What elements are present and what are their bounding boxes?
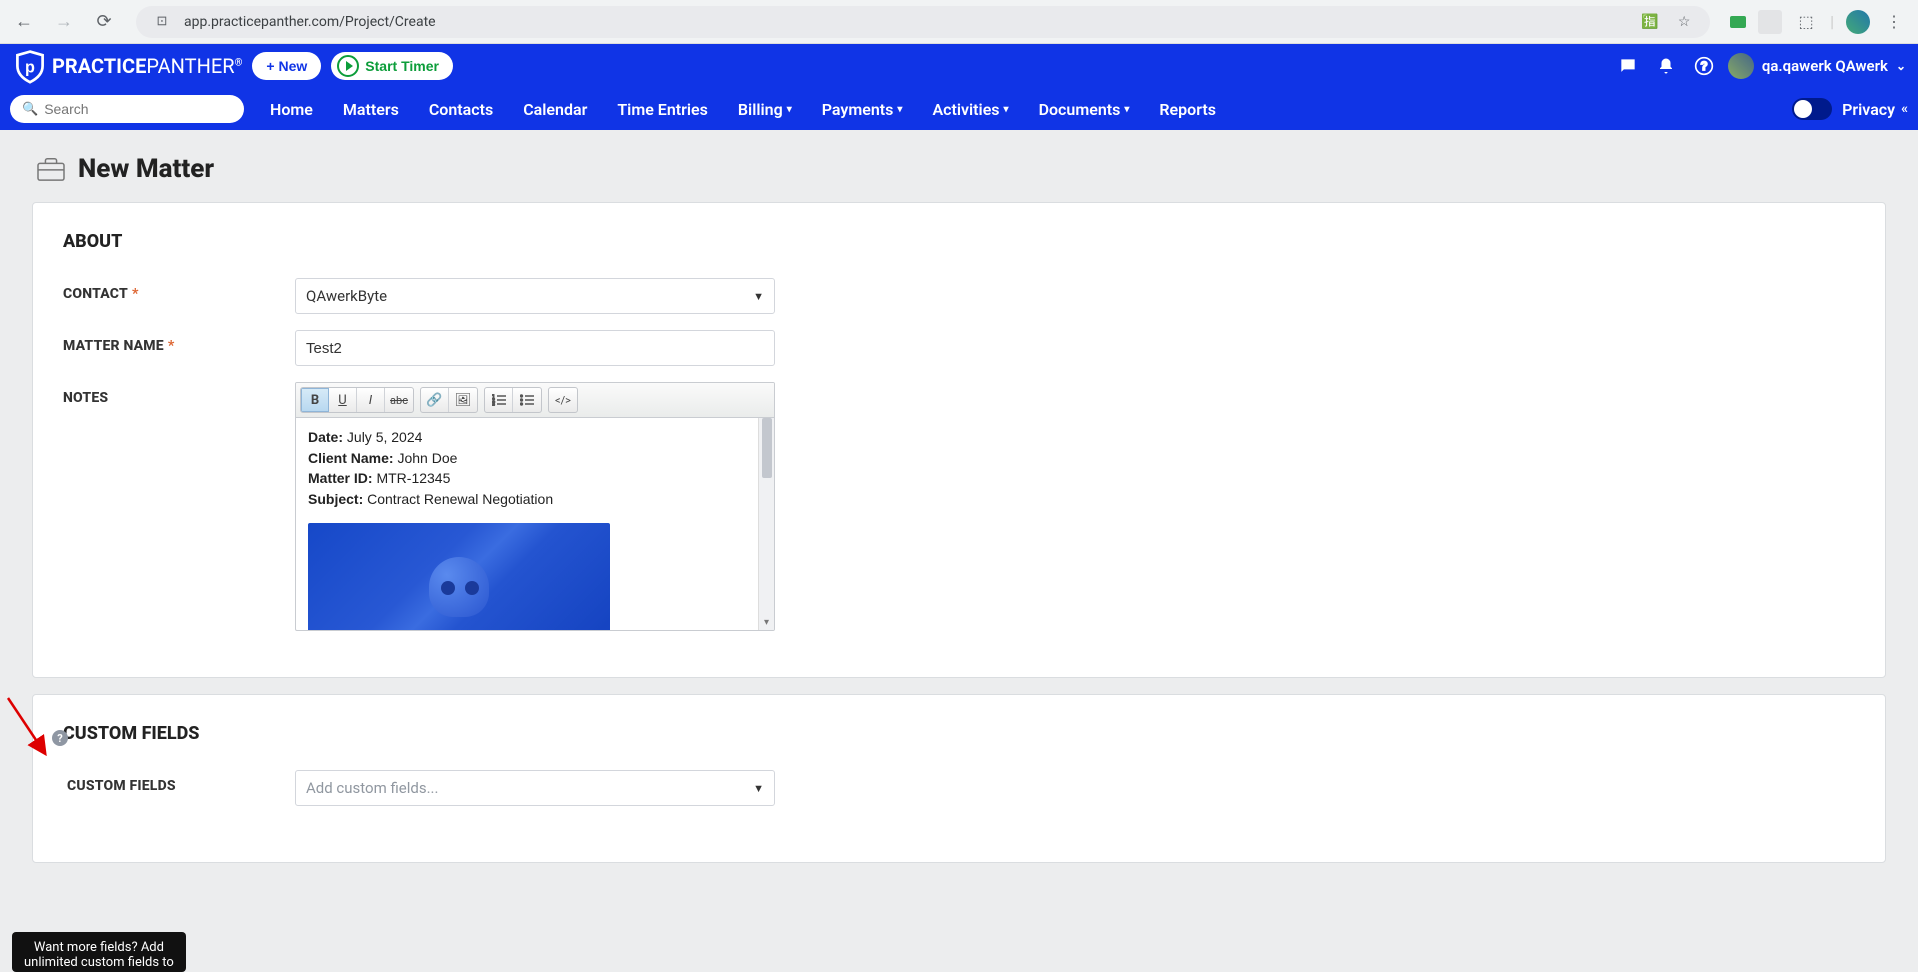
embedded-image[interactable] <box>308 523 610 630</box>
svg-text:3: 3 <box>492 402 495 406</box>
editor-scrollbar[interactable]: ▾ <box>758 418 774 630</box>
nav-item-calendar[interactable]: Calendar <box>509 88 601 130</box>
notes-row: NOTES B U I abc 🔗 🖼 <box>63 382 1855 631</box>
recording-indicator-icon[interactable] <box>1730 16 1746 28</box>
about-panel: ABOUT CONTACT * QAwerkByte ▼ MATTER NAME… <box>32 202 1886 678</box>
matter-name-row: MATTER NAME * <box>63 330 1855 366</box>
italic-button[interactable]: I <box>357 388 385 412</box>
nav-item-documents[interactable]: Documents▾ <box>1025 88 1144 130</box>
link-button[interactable]: 🔗 <box>421 388 449 412</box>
caret-down-icon: ▼ <box>753 782 764 795</box>
chat-icon[interactable] <box>1614 52 1642 80</box>
contact-label: CONTACT * <box>63 278 295 302</box>
matter-name-input[interactable] <box>295 330 775 366</box>
url-text: app.practicepanther.com/Project/Create <box>184 14 1628 30</box>
app-header: p PRACTICEPANTHER® + New Start Timer ? q… <box>0 44 1918 88</box>
account-square-icon[interactable]: ​ <box>1758 10 1782 34</box>
brand-bold: PRACTICE <box>52 54 146 78</box>
briefcase-icon <box>36 156 66 182</box>
main-nav: 🔍 HomeMattersContactsCalendarTime Entrie… <box>0 88 1918 130</box>
about-heading: ABOUT <box>63 231 1855 252</box>
nav-item-matters[interactable]: Matters <box>329 88 413 130</box>
brand-logo[interactable]: p PRACTICEPANTHER® <box>12 48 242 84</box>
privacy-label[interactable]: Privacy « <box>1842 100 1908 119</box>
custom-fields-row: CUSTOM FIELDS Add custom fields... ▼ <box>63 770 1855 806</box>
new-button[interactable]: + New <box>252 52 321 80</box>
chevron-down-icon: ⌄ <box>1896 59 1906 73</box>
contact-select[interactable]: QAwerkByte ▼ <box>295 278 775 314</box>
search-input[interactable] <box>44 101 232 117</box>
chevron-down-icon: ▾ <box>787 104 792 115</box>
underline-button[interactable]: U <box>329 388 357 412</box>
custom-fields-select[interactable]: Add custom fields... ▼ <box>295 770 775 806</box>
start-timer-button[interactable]: Start Timer <box>331 52 453 80</box>
page-title: New Matter <box>78 154 214 184</box>
page-title-row: New Matter <box>36 154 1886 184</box>
browser-toolbar: ← → ⟳ ⊡ app.practicepanther.com/Project/… <box>0 0 1918 44</box>
matter-name-label: MATTER NAME * <box>63 330 295 354</box>
svg-text:p: p <box>25 58 35 76</box>
editor-toolbar: B U I abc 🔗 🖼 123 <box>296 383 774 418</box>
nav-item-payments[interactable]: Payments▾ <box>808 88 917 130</box>
svg-text:?: ? <box>1700 60 1707 73</box>
source-button[interactable]: </> <box>549 388 577 412</box>
custom-fields-heading: CUSTOM FIELDS <box>63 723 1855 744</box>
address-bar[interactable]: ⊡ app.practicepanther.com/Project/Create… <box>136 6 1710 38</box>
brand-light: PANTHER <box>146 54 234 78</box>
search-icon: 🔍 <box>22 102 38 117</box>
page-scroll[interactable]: New Matter ABOUT CONTACT * QAwerkByte ▼ … <box>0 130 1918 972</box>
bold-button[interactable]: B <box>301 388 329 412</box>
custom-fields-label: CUSTOM FIELDS <box>63 770 295 794</box>
shield-icon: p <box>12 48 48 84</box>
chrome-actions: ​ ⬚ | ⋮ <box>1726 10 1910 34</box>
help-icon[interactable]: ? <box>1690 52 1718 80</box>
nav-item-time-entries[interactable]: Time Entries <box>603 88 722 130</box>
reload-button[interactable]: ⟳ <box>88 6 120 38</box>
nav-item-activities[interactable]: Activities▾ <box>918 88 1022 130</box>
required-star: * <box>168 338 175 354</box>
nav-item-home[interactable]: Home <box>256 88 327 130</box>
chevron-down-icon: ▾ <box>1124 104 1129 115</box>
tooltip-bubble: Want more fields? Add unlimited custom f… <box>12 932 186 972</box>
ordered-list-button[interactable]: 123 <box>485 388 513 412</box>
notes-label: NOTES <box>63 382 295 406</box>
kebab-menu-icon[interactable]: ⋮ <box>1882 10 1906 34</box>
play-icon <box>337 55 359 77</box>
nav-item-billing[interactable]: Billing▾ <box>724 88 806 130</box>
privacy-toggle[interactable] <box>1792 98 1832 120</box>
nav-item-reports[interactable]: Reports <box>1145 88 1230 130</box>
caret-down-icon: ▼ <box>753 290 764 303</box>
help-badge-icon[interactable]: ? <box>52 730 68 746</box>
extensions-icon[interactable]: ⬚ <box>1794 10 1818 34</box>
strike-button[interactable]: abc <box>385 388 413 412</box>
required-star: * <box>132 286 139 302</box>
contact-row: CONTACT * QAwerkByte ▼ <box>63 278 1855 314</box>
rich-editor: B U I abc 🔗 🖼 123 <box>295 382 775 631</box>
bell-icon[interactable] <box>1652 52 1680 80</box>
chevron-double-left-icon: « <box>1901 101 1908 117</box>
user-avatar <box>1728 53 1754 79</box>
search-input-wrap[interactable]: 🔍 <box>10 95 244 123</box>
custom-fields-panel: CUSTOM FIELDS CUSTOM FIELDS Add custom f… <box>32 694 1886 863</box>
chevron-down-icon: ▾ <box>897 104 902 115</box>
user-name: qa.qawerk QAwerk <box>1762 57 1888 75</box>
image-button[interactable]: 🖼 <box>449 388 477 412</box>
editor-content[interactable]: Date: July 5, 2024 Client Name: John Doe… <box>296 418 758 630</box>
unordered-list-button[interactable] <box>513 388 541 412</box>
back-button[interactable]: ← <box>8 6 40 38</box>
forward-button[interactable]: → <box>48 6 80 38</box>
site-info-icon[interactable]: ⊡ <box>150 10 174 34</box>
bookmark-star-icon[interactable]: ☆ <box>1672 10 1696 34</box>
user-menu[interactable]: qa.qawerk QAwerk ⌄ <box>1728 53 1906 79</box>
nav-item-contacts[interactable]: Contacts <box>415 88 507 130</box>
profile-avatar[interactable] <box>1846 10 1870 34</box>
translate-icon[interactable]: 🈯 <box>1638 10 1662 34</box>
chevron-down-icon: ▾ <box>1004 104 1009 115</box>
